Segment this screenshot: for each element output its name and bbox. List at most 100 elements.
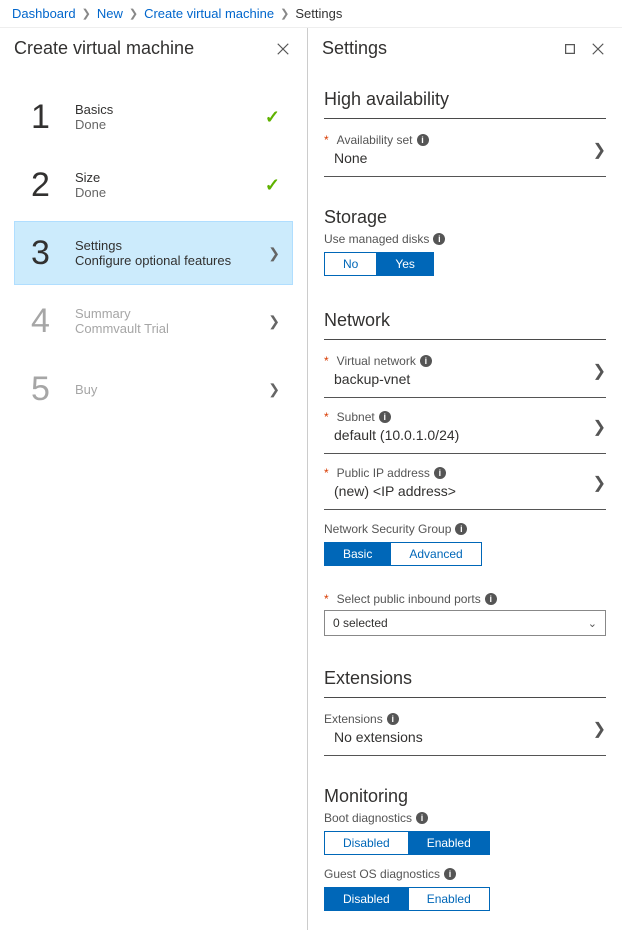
info-icon[interactable]: i <box>444 868 456 880</box>
inbound-ports-select[interactable]: 0 selected ⌄ <box>324 610 606 636</box>
select-value: 0 selected <box>333 616 388 630</box>
chevron-right-icon: ❯ <box>593 140 606 160</box>
extensions-field[interactable]: Extensions i No extensions ❯ <box>324 708 606 755</box>
field-value: None <box>324 147 593 166</box>
divider <box>324 339 606 340</box>
section-monitoring: Monitoring <box>324 764 606 811</box>
check-icon: ✓ <box>265 175 280 196</box>
field-value: (new) <IP address> <box>324 480 593 499</box>
chevron-right-icon: ❯ <box>593 473 606 493</box>
info-icon[interactable]: i <box>387 713 399 725</box>
divider <box>324 397 606 398</box>
restore-icon[interactable] <box>560 39 580 59</box>
field-label: Virtual network <box>337 354 416 368</box>
field-label: Boot diagnostics <box>324 811 412 825</box>
info-icon[interactable]: i <box>379 411 391 423</box>
chevron-right-icon: ❯ <box>268 381 280 398</box>
nsg-advanced[interactable]: Advanced <box>390 543 480 565</box>
divider <box>324 509 606 510</box>
nsg-toggle[interactable]: Basic Advanced <box>324 542 482 566</box>
guest-diag-toggle[interactable]: Disabled Enabled <box>324 887 490 911</box>
chevron-right-icon: ❯ <box>593 417 606 437</box>
field-value: No extensions <box>324 726 593 745</box>
managed-disks-yes[interactable]: Yes <box>376 253 433 275</box>
field-label: Extensions <box>324 712 383 726</box>
wizard-step-size[interactable]: 2 Size Done ✓ <box>14 153 293 217</box>
check-icon: ✓ <box>265 107 280 128</box>
breadcrumb-create-vm[interactable]: Create virtual machine <box>144 6 274 21</box>
public-ip-field[interactable]: * Public IP address i (new) <IP address>… <box>324 462 606 509</box>
field-value: default (10.0.1.0/24) <box>324 424 593 443</box>
step-number: 3 <box>31 234 65 273</box>
step-number: 1 <box>31 98 65 137</box>
info-icon[interactable]: i <box>433 233 445 245</box>
required-icon: * <box>324 133 333 147</box>
step-subtitle: Configure optional features <box>75 253 262 268</box>
divider <box>324 755 606 756</box>
step-title: Summary <box>75 306 262 321</box>
divider <box>324 176 606 177</box>
wizard-pane: Create virtual machine 1 Basics Done ✓ 2… <box>0 28 308 930</box>
field-label: Subnet <box>337 410 375 424</box>
subnet-field[interactable]: * Subnet i default (10.0.1.0/24) ❯ <box>324 406 606 453</box>
info-icon[interactable]: i <box>485 593 497 605</box>
wizard-step-buy[interactable]: 5 Buy ❯ <box>14 357 293 421</box>
boot-diag-enabled[interactable]: Enabled <box>408 832 489 854</box>
step-title: Size <box>75 170 265 185</box>
boot-diag-disabled[interactable]: Disabled <box>325 832 408 854</box>
info-icon[interactable]: i <box>416 812 428 824</box>
virtual-network-field[interactable]: * Virtual network i backup-vnet ❯ <box>324 350 606 397</box>
close-icon[interactable] <box>588 39 608 59</box>
step-number: 5 <box>31 370 65 409</box>
chevron-right-icon: ❯ <box>82 7 91 20</box>
required-icon: * <box>324 592 333 606</box>
breadcrumb-dashboard[interactable]: Dashboard <box>12 6 76 21</box>
info-icon[interactable]: i <box>434 467 446 479</box>
breadcrumb-settings: Settings <box>295 6 342 21</box>
wizard-step-basics[interactable]: 1 Basics Done ✓ <box>14 85 293 149</box>
chevron-down-icon: ⌄ <box>588 617 597 630</box>
guest-diag-enabled[interactable]: Enabled <box>408 888 489 910</box>
info-icon[interactable]: i <box>455 523 467 535</box>
availability-set-field[interactable]: * Availability set i None ❯ <box>324 129 606 176</box>
field-label: Guest OS diagnostics <box>324 867 440 881</box>
divider <box>324 453 606 454</box>
step-title: Basics <box>75 102 265 117</box>
info-icon[interactable]: i <box>417 134 429 146</box>
chevron-right-icon: ❯ <box>593 719 606 739</box>
field-label: Network Security Group <box>324 522 451 536</box>
wizard-title: Create virtual machine <box>14 38 273 59</box>
field-label: Public IP address <box>337 466 430 480</box>
chevron-right-icon: ❯ <box>280 7 289 20</box>
wizard-step-summary[interactable]: 4 Summary Commvault Trial ❯ <box>14 289 293 353</box>
section-network: Network <box>324 288 606 335</box>
step-number: 2 <box>31 166 65 205</box>
boot-diag-toggle[interactable]: Disabled Enabled <box>324 831 490 855</box>
managed-disks-no[interactable]: No <box>325 253 376 275</box>
step-number: 4 <box>31 302 65 341</box>
breadcrumb: Dashboard ❯ New ❯ Create virtual machine… <box>0 0 622 28</box>
close-icon[interactable] <box>273 39 293 59</box>
section-extensions: Extensions <box>324 646 606 693</box>
step-subtitle: Commvault Trial <box>75 321 262 336</box>
field-label: Availability set <box>337 133 413 147</box>
field-label: Select public inbound ports <box>337 592 481 606</box>
breadcrumb-new[interactable]: New <box>97 6 123 21</box>
divider <box>324 118 606 119</box>
settings-title: Settings <box>322 38 560 59</box>
info-icon[interactable]: i <box>420 355 432 367</box>
step-title: Buy <box>75 382 262 397</box>
nsg-basic[interactable]: Basic <box>325 543 390 565</box>
step-title: Settings <box>75 238 262 253</box>
chevron-right-icon: ❯ <box>268 245 280 262</box>
managed-disks-toggle[interactable]: No Yes <box>324 252 434 276</box>
settings-pane: Settings High availability * Availabilit… <box>308 28 622 930</box>
wizard-step-settings[interactable]: 3 Settings Configure optional features ❯ <box>14 221 293 285</box>
divider <box>324 697 606 698</box>
chevron-right-icon: ❯ <box>593 361 606 381</box>
chevron-right-icon: ❯ <box>268 313 280 330</box>
required-icon: * <box>324 410 333 424</box>
field-value: backup-vnet <box>324 368 593 387</box>
guest-diag-disabled[interactable]: Disabled <box>325 888 408 910</box>
required-icon: * <box>324 354 333 368</box>
